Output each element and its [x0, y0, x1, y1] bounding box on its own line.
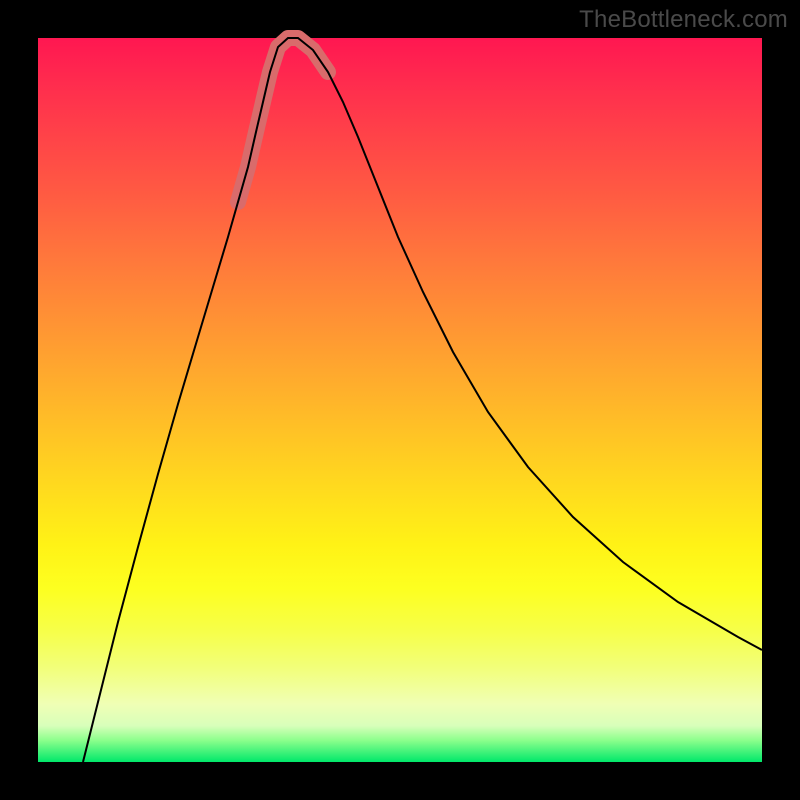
watermark-text: TheBottleneck.com: [579, 6, 788, 34]
curve-series: [83, 38, 762, 762]
chart-svg: [38, 38, 762, 762]
highlight-series: [238, 38, 328, 202]
chart-frame: TheBottleneck.com: [0, 0, 800, 800]
plot-area: [38, 38, 762, 762]
